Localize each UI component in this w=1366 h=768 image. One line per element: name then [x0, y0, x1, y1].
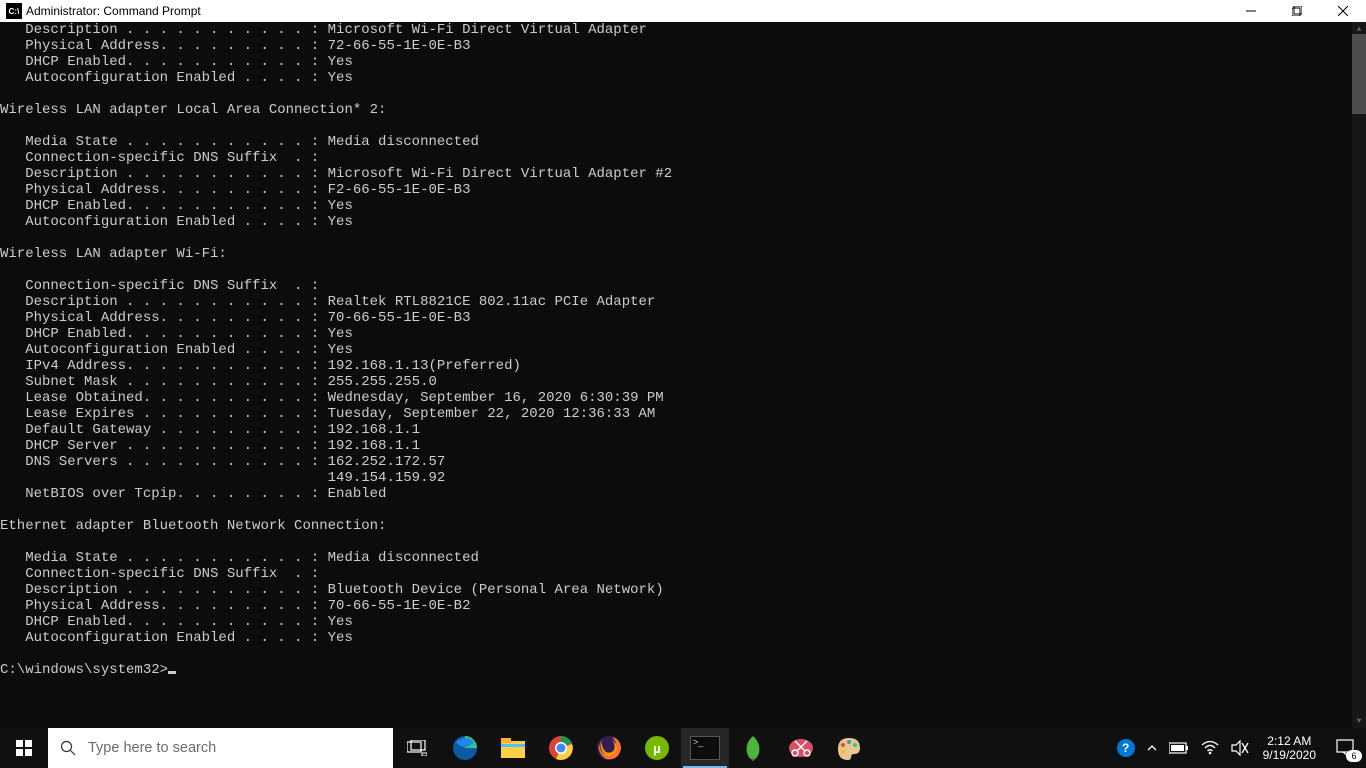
- tray-chevron-up-icon[interactable]: [1141, 728, 1163, 768]
- taskbar-file-explorer[interactable]: [489, 728, 537, 768]
- clock-date: 9/19/2020: [1263, 748, 1316, 762]
- close-button[interactable]: [1320, 0, 1366, 22]
- window-title: Administrator: Command Prompt: [26, 4, 201, 18]
- tray-help-icon[interactable]: ?: [1111, 728, 1141, 768]
- cmd-icon-label: C:\: [9, 7, 20, 16]
- cursor: [168, 671, 176, 674]
- search-placeholder: Type here to search: [88, 740, 216, 756]
- taskbar-pinned: µ >_: [393, 728, 873, 768]
- taskbar-utorrent[interactable]: µ: [633, 728, 681, 768]
- search-icon: [48, 740, 88, 756]
- tray-battery-icon[interactable]: [1163, 728, 1195, 768]
- scrollbar-thumb[interactable]: [1352, 34, 1366, 114]
- taskbar-cmd[interactable]: >_: [681, 728, 729, 768]
- tray-wifi-icon[interactable]: [1195, 728, 1225, 768]
- taskbar: Type here to search µ >_: [0, 728, 1366, 768]
- console-output[interactable]: Description . . . . . . . . . . . : Micr…: [0, 22, 1352, 728]
- tray-volume-icon[interactable]: [1225, 728, 1255, 768]
- scroll-down-arrow[interactable]: ▼: [1352, 714, 1366, 728]
- console-area: Description . . . . . . . . . . . : Micr…: [0, 22, 1366, 728]
- taskbar-paint[interactable]: [825, 728, 873, 768]
- task-view-button[interactable]: [393, 728, 441, 768]
- tray-notifications[interactable]: 6: [1324, 728, 1366, 768]
- system-tray: ? 2:12 AM 9/19/2020 6: [1111, 728, 1366, 768]
- search-box[interactable]: Type here to search: [48, 728, 393, 768]
- taskbar-chrome[interactable]: [537, 728, 585, 768]
- minimize-button[interactable]: [1228, 0, 1274, 22]
- taskbar-snipping-tool[interactable]: [777, 728, 825, 768]
- taskbar-edge[interactable]: [441, 728, 489, 768]
- cmd-icon: C:\: [6, 3, 22, 19]
- scrollbar-vertical[interactable]: ▲ ▼: [1352, 22, 1366, 728]
- window-titlebar: C:\ Administrator: Command Prompt: [0, 0, 1366, 22]
- start-button[interactable]: [0, 728, 48, 768]
- taskbar-firefox[interactable]: [585, 728, 633, 768]
- taskbar-mongodb[interactable]: [729, 728, 777, 768]
- notification-badge: 6: [1346, 750, 1362, 762]
- tray-clock[interactable]: 2:12 AM 9/19/2020: [1255, 734, 1324, 762]
- maximize-button[interactable]: [1274, 0, 1320, 22]
- clock-time: 2:12 AM: [1263, 734, 1316, 748]
